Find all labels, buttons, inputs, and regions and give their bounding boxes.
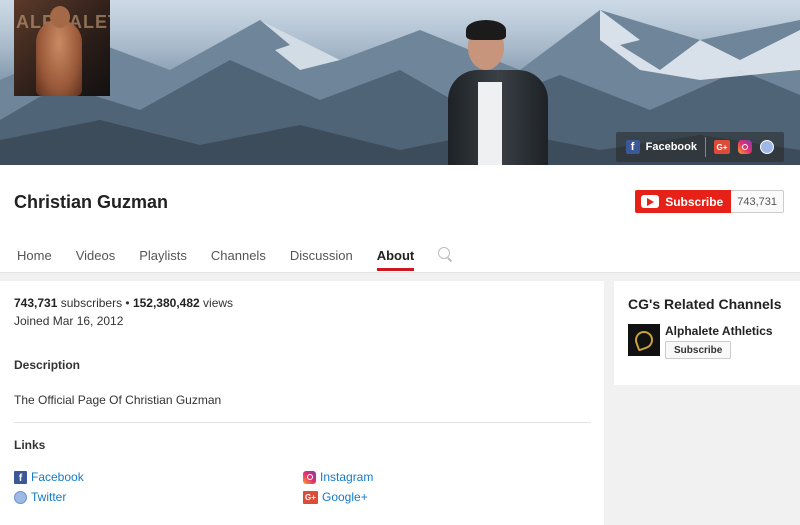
globe-icon[interactable] [760, 140, 774, 154]
links-heading: Links [14, 438, 46, 452]
tab-channels[interactable]: Channels [211, 240, 266, 273]
tab-playlists[interactable]: Playlists [139, 240, 187, 273]
channel-stats: 743,731 subscribers • 152,380,482 views [14, 296, 233, 310]
stats-views-word: views [199, 296, 234, 310]
social-divider [705, 137, 706, 157]
google-plus-icon[interactable]: G+ [714, 140, 730, 154]
link-twitter[interactable]: Twitter [14, 490, 66, 504]
link-instagram-label: Instagram [320, 470, 374, 484]
tab-discussion[interactable]: Discussion [290, 240, 353, 273]
facebook-icon: f [14, 470, 27, 484]
avatar-figure-head [50, 6, 70, 28]
subscribe-label: Subscribe [665, 194, 724, 209]
link-facebook[interactable]: f Facebook [14, 470, 84, 484]
joined-date: Joined Mar 16, 2012 [14, 314, 124, 328]
about-panel: 743,731 subscribers • 152,380,482 views … [0, 281, 604, 525]
instagram-icon[interactable] [738, 140, 752, 154]
subscribe-group: Subscribe 743,731 [635, 190, 784, 213]
banner-person [440, 20, 560, 165]
google-plus-icon: G+ [303, 490, 318, 504]
stats-views: 152,380,482 [132, 296, 200, 310]
banner-social-links: f Facebook G+ [615, 132, 784, 162]
description-text: The Official Page Of Christian Guzman [14, 393, 222, 407]
link-twitter-label: Twitter [31, 490, 67, 504]
channel-banner: ALPHALETE f Facebook G+ [0, 0, 800, 165]
avatar-figure [36, 20, 82, 96]
channel-title: Christian Guzman [14, 192, 169, 212]
subscribe-button[interactable]: Subscribe [635, 190, 732, 213]
youtube-play-icon [641, 195, 660, 208]
tab-about[interactable]: About [376, 240, 414, 273]
banner-link-facebook[interactable]: f Facebook [625, 140, 697, 154]
channel-avatar[interactable]: ALPHALETE [14, 0, 110, 96]
related-channel-name[interactable]: Alphalete Athletics [665, 324, 773, 338]
tab-home[interactable]: Home [17, 240, 52, 273]
related-channels-panel: CG's Related Channels Alphalete Athletic… [614, 281, 800, 385]
alphalete-logo-icon [632, 328, 656, 352]
twitter-icon [14, 490, 27, 504]
person-hair [466, 20, 506, 40]
description-heading: Description [14, 358, 81, 372]
link-facebook-label: Facebook [31, 470, 84, 484]
channel-tabs: Home Videos Playlists Channels Discussio… [0, 240, 462, 273]
channel-search-button[interactable] [438, 240, 451, 273]
link-google-plus-label: Google+ [322, 490, 368, 504]
stats-subscribers-word: subscribers • [57, 296, 133, 310]
facebook-icon: f [625, 140, 640, 154]
instagram-icon [303, 470, 316, 484]
related-channels-title: CG's Related Channels [628, 296, 782, 312]
related-channel-avatar[interactable] [628, 324, 660, 356]
related-channel-subscribe-button[interactable]: Subscribe [665, 341, 732, 359]
stats-subscribers: 743,731 [14, 296, 58, 310]
section-divider [14, 422, 591, 423]
channel-header: Christian Guzman Subscribe 743,731 Home … [0, 165, 800, 273]
link-google-plus[interactable]: G+ Google+ [303, 490, 368, 504]
subscriber-count: 743,731 [731, 190, 784, 213]
link-instagram[interactable]: Instagram [303, 470, 373, 484]
person-shirt [478, 82, 502, 165]
tab-videos[interactable]: Videos [76, 240, 116, 273]
search-icon [438, 247, 451, 259]
banner-link-facebook-label: Facebook [645, 141, 697, 153]
